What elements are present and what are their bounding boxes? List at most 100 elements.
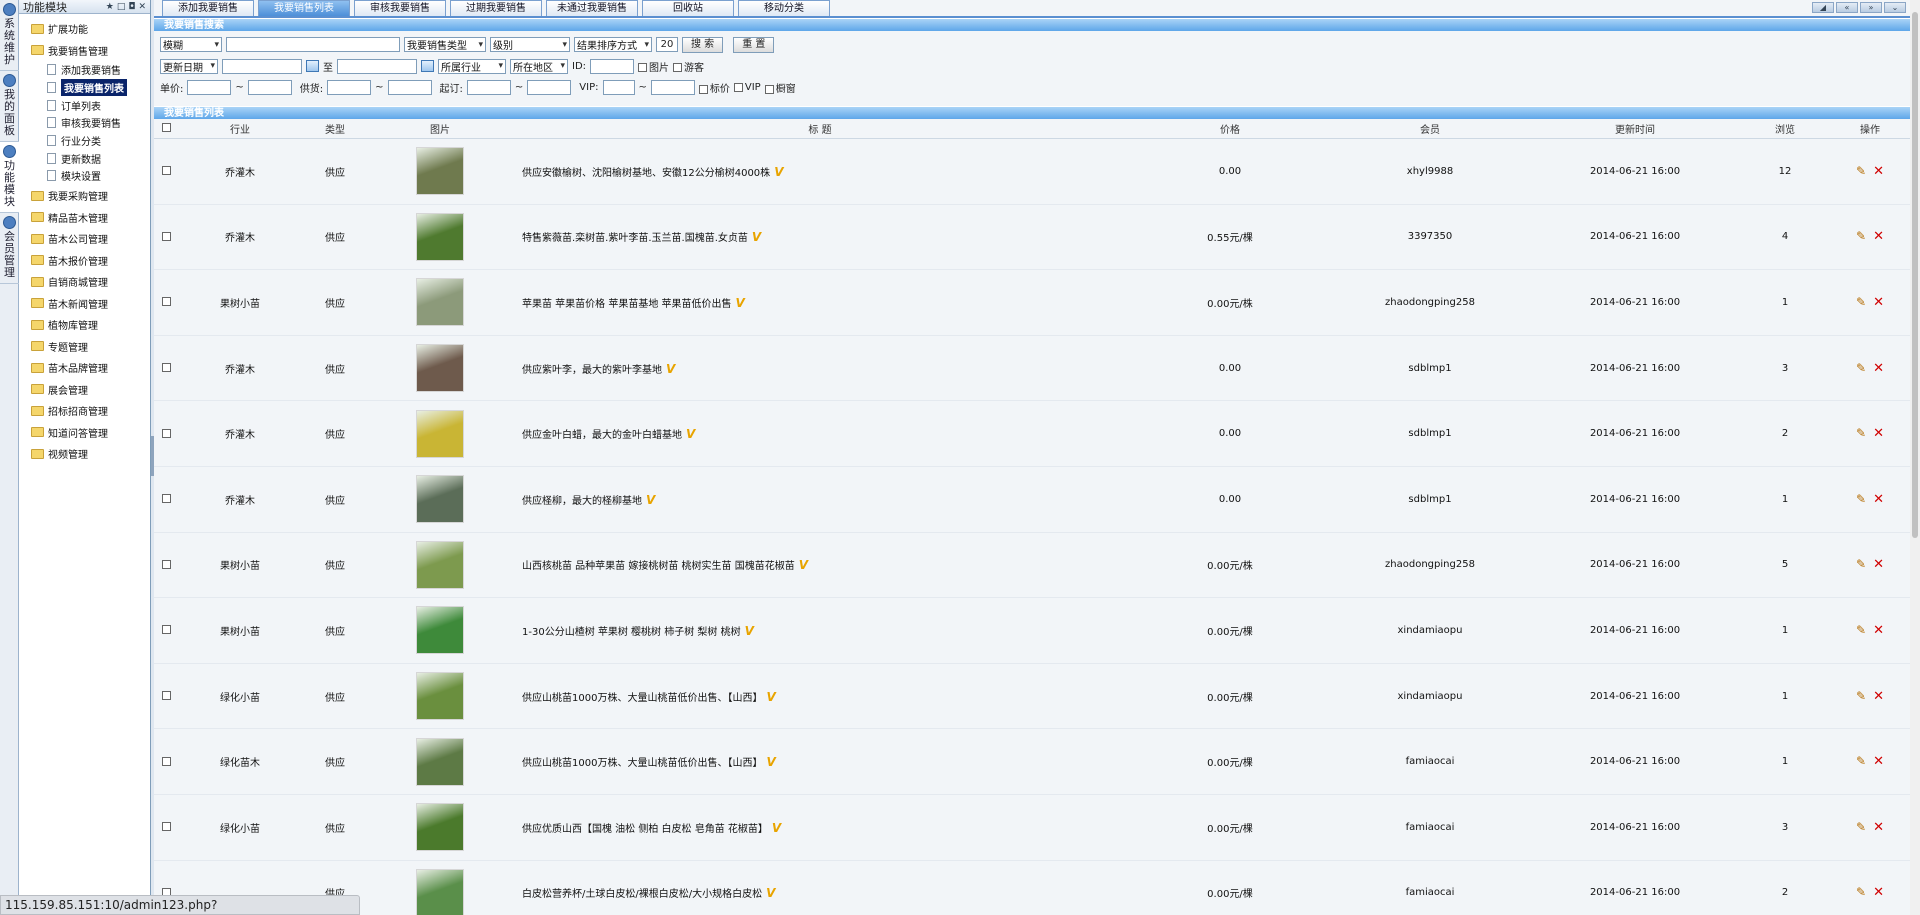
edit-icon[interactable]: ✎ [1856, 820, 1866, 834]
delete-icon[interactable]: ✕ [1873, 426, 1884, 441]
tree-item[interactable]: 自销商城管理 [31, 271, 150, 293]
member-link[interactable]: xhyl9988 [1407, 166, 1453, 177]
product-thumbnail[interactable] [416, 540, 464, 589]
restore-icon[interactable]: □ [117, 2, 126, 12]
member-link[interactable]: zhaodongping258 [1385, 559, 1475, 570]
product-thumbnail[interactable] [416, 606, 464, 655]
tree-item[interactable]: 扩展功能 [31, 18, 150, 40]
tab[interactable]: 添加我要销售 [162, 0, 254, 16]
delete-icon[interactable]: ✕ [1873, 820, 1884, 835]
tree-item[interactable]: 添加我要销售 [31, 61, 150, 79]
industry-select[interactable]: 所属行业 [438, 58, 506, 74]
product-thumbnail[interactable] [416, 147, 464, 196]
listing-title-link[interactable]: 1-30公分山楂树 苹果树 樱桃树 柿子树 梨树 桃树 [522, 627, 741, 638]
level-select[interactable]: 级别 [490, 37, 570, 53]
listing-title-link[interactable]: 供应山桃苗1000万株、大量山桃苗低价出售、【山西】 [522, 693, 762, 704]
vstrip-group[interactable]: 我的面板 [0, 71, 19, 142]
vip-min-input[interactable] [602, 80, 635, 96]
tree-item[interactable]: 苗木公司管理 [31, 228, 150, 250]
tree-item[interactable]: 精品苗木管理 [31, 206, 150, 228]
marked-price-checkbox[interactable] [698, 84, 708, 94]
product-thumbnail[interactable] [416, 475, 464, 524]
member-link[interactable]: xindamiaopu [1398, 691, 1463, 702]
product-thumbnail[interactable] [416, 868, 464, 915]
edit-icon[interactable]: ✎ [1856, 885, 1866, 899]
price-min-input[interactable] [187, 80, 232, 96]
delete-icon[interactable]: ✕ [1873, 295, 1884, 310]
edit-icon[interactable]: ✎ [1856, 361, 1866, 375]
tree-item[interactable]: 更新数据 [31, 149, 150, 167]
member-link[interactable]: 3397350 [1408, 231, 1453, 242]
prev-icon[interactable]: « [1836, 2, 1858, 13]
delete-icon[interactable]: ✕ [1873, 492, 1884, 507]
row-checkbox[interactable] [161, 428, 171, 438]
id-input[interactable] [590, 58, 635, 74]
tree-item[interactable]: 展会管理 [31, 378, 150, 400]
calendar-icon[interactable] [306, 60, 319, 73]
edit-icon[interactable]: ✎ [1856, 689, 1866, 703]
maximize-icon[interactable]: ◘ [128, 2, 135, 12]
vstrip-group[interactable]: 会员管理 [0, 213, 19, 284]
tab[interactable]: 移动分类 [738, 0, 830, 16]
tab[interactable]: 我要销售列表 [258, 0, 350, 16]
tab[interactable]: 审核我要销售 [354, 0, 446, 16]
tree-item[interactable]: 行业分类 [31, 132, 150, 150]
edit-icon[interactable]: ✎ [1856, 295, 1866, 309]
listing-title-link[interactable]: 供应优质山西【国槐 油松 侧柏 白皮松 皂角苗 花椒苗】 [522, 824, 768, 835]
row-checkbox[interactable] [161, 625, 171, 635]
vip-checkbox[interactable] [733, 82, 743, 92]
search-button[interactable]: 搜 索 [682, 36, 724, 53]
delete-icon[interactable]: ✕ [1873, 754, 1884, 769]
member-link[interactable]: famiaocai [1406, 822, 1455, 833]
region-select[interactable]: 所在地区 [510, 58, 568, 74]
date-from-input[interactable] [222, 58, 302, 74]
keyword-input[interactable] [226, 37, 400, 53]
supply-max-input[interactable] [387, 80, 432, 96]
listing-title-link[interactable]: 山西核桃苗 品种苹果苗 嫁接桃树苗 桃树实生苗 国槐苗花椒苗 [522, 561, 795, 572]
tree-item[interactable]: 我要销售管理 [31, 40, 150, 62]
edit-icon[interactable]: ✎ [1856, 164, 1866, 178]
scrollbar-thumb[interactable] [1912, 12, 1918, 538]
delete-icon[interactable]: ✕ [1873, 885, 1884, 900]
row-checkbox[interactable] [161, 297, 171, 307]
product-thumbnail[interactable] [416, 672, 464, 721]
delete-icon[interactable]: ✕ [1873, 164, 1884, 179]
tree-item[interactable]: 苗木品牌管理 [31, 357, 150, 379]
product-thumbnail[interactable] [416, 409, 464, 458]
listing-title-link[interactable]: 苹果苗 苹果苗价格 苹果苗基地 苹果苗低价出售 [522, 299, 732, 310]
date-field-select[interactable]: 更新日期 [160, 58, 218, 74]
tree-item[interactable]: 我要销售列表 [31, 79, 150, 97]
edit-icon[interactable]: ✎ [1856, 557, 1866, 571]
product-thumbnail[interactable] [416, 803, 464, 852]
menu-icon[interactable]: ⌄ [1884, 2, 1906, 13]
delete-icon[interactable]: ✕ [1873, 623, 1884, 638]
price-max-input[interactable] [247, 80, 292, 96]
row-checkbox[interactable] [161, 166, 171, 176]
vip-max-input[interactable] [650, 80, 695, 96]
listing-title-link[interactable]: 供应安徽榆树、沈阳榆树基地、安徽12公分榆树4000株 [522, 168, 770, 179]
product-thumbnail[interactable] [416, 737, 464, 786]
tree-item[interactable]: 植物库管理 [31, 314, 150, 336]
member-link[interactable]: xindamiaopu [1398, 625, 1463, 636]
picture-checkbox[interactable] [638, 63, 648, 73]
edit-icon[interactable]: ✎ [1856, 492, 1866, 506]
date-to-input[interactable] [337, 58, 417, 74]
member-link[interactable]: sdblmp1 [1408, 363, 1451, 374]
edit-icon[interactable]: ✎ [1856, 229, 1866, 243]
collapse-icon[interactable]: ◢ [1812, 2, 1834, 13]
pin-icon[interactable]: ★ [106, 2, 114, 12]
guest-checkbox[interactable] [673, 63, 683, 73]
delete-icon[interactable]: ✕ [1873, 229, 1884, 244]
tree-item[interactable]: 苗木新闻管理 [31, 292, 150, 314]
tree-item[interactable]: 视频管理 [31, 443, 150, 465]
product-thumbnail[interactable] [416, 344, 464, 393]
member-link[interactable]: zhaodongping258 [1385, 297, 1475, 308]
tree-item[interactable]: 招标招商管理 [31, 400, 150, 422]
listing-title-link[interactable]: 供应柽柳，最大的柽柳基地 [522, 496, 642, 507]
match-mode-select[interactable]: 模糊 [160, 37, 222, 53]
type-select[interactable]: 我要销售类型 [404, 37, 486, 53]
tree-item[interactable]: 我要采购管理 [31, 185, 150, 207]
row-checkbox[interactable] [161, 363, 171, 373]
window-checkbox[interactable] [764, 84, 774, 94]
tree-item[interactable]: 订单列表 [31, 96, 150, 114]
